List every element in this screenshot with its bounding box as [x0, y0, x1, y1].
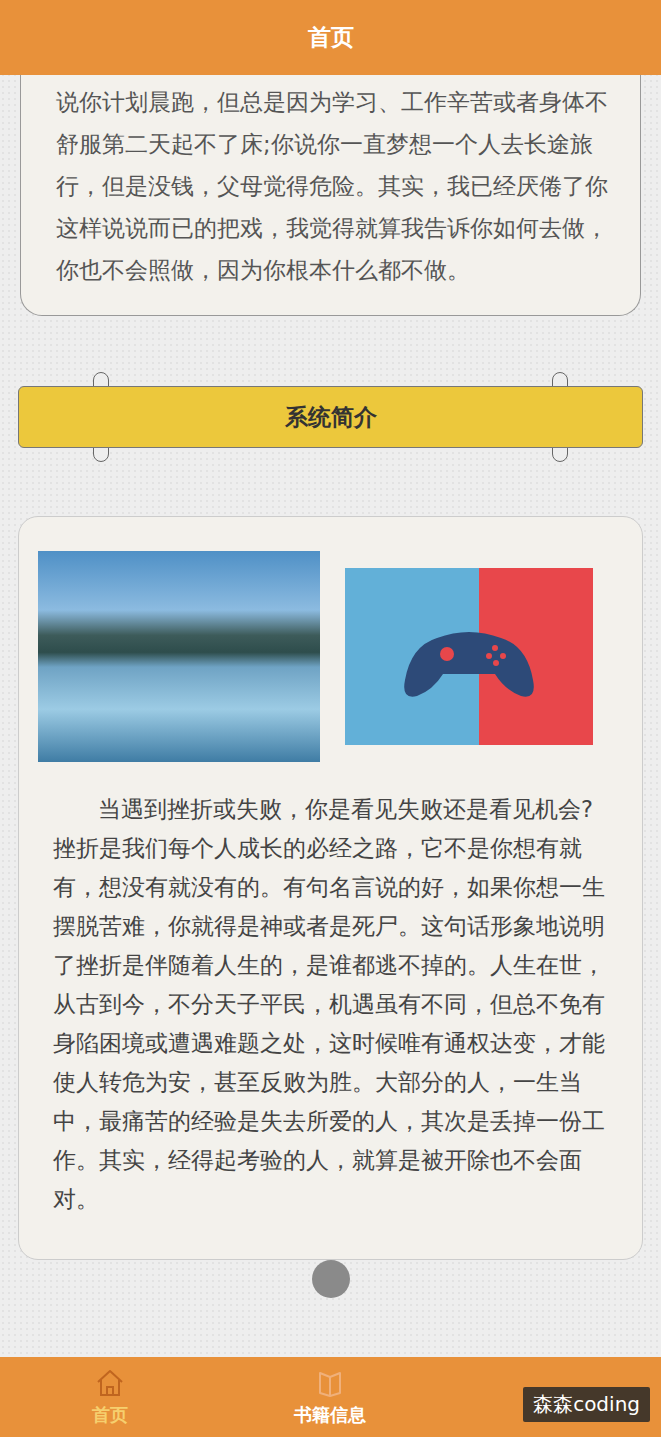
gamepad-icon: [345, 568, 593, 745]
watermark: 森森coding: [523, 1387, 650, 1422]
intro-card: 说你计划晨跑，但总是因为学习、工作辛苦或者身体不舒服第二天起不了床;你说你一直梦…: [20, 75, 641, 316]
book-icon: [314, 1367, 346, 1399]
float-button[interactable]: [312, 1260, 350, 1298]
tab-item[interactable]: 首页: [0, 1357, 220, 1437]
home-icon: [94, 1367, 126, 1399]
tab-item[interactable]: 书籍信息: [220, 1357, 440, 1437]
system-text: 当遇到挫折或失败，你是看见失败还是看见机会?挫折是我们每个人成长的必经之路，它不…: [53, 790, 608, 1219]
app-screen: 首页说你计划晨跑，但总是因为学习、工作辛苦或者身体不舒服第二天起不了床;你说你一…: [0, 0, 661, 1437]
banner-plate: 系统简介: [18, 386, 643, 448]
image-row: [38, 551, 593, 762]
header-bar: 首页: [0, 0, 661, 75]
system-card: 当遇到挫折或失败，你是看见失败还是看见机会?挫折是我们每个人成长的必经之路，它不…: [18, 516, 643, 1260]
intro-text: 说你计划晨跑，但总是因为学习、工作辛苦或者身体不舒服第二天起不了床;你说你一直梦…: [56, 81, 610, 291]
banner-title: 系统简介: [285, 402, 377, 433]
header-title: 首页: [308, 22, 354, 53]
section-banner: 系统简介: [18, 386, 643, 448]
content[interactable]: 说你计划晨跑，但总是因为学习、工作辛苦或者身体不舒服第二天起不了床;你说你一直梦…: [0, 75, 661, 1357]
tab-label: 书籍信息: [294, 1403, 366, 1427]
tab-label: 首页: [92, 1403, 128, 1427]
lake-photo: [38, 551, 320, 762]
